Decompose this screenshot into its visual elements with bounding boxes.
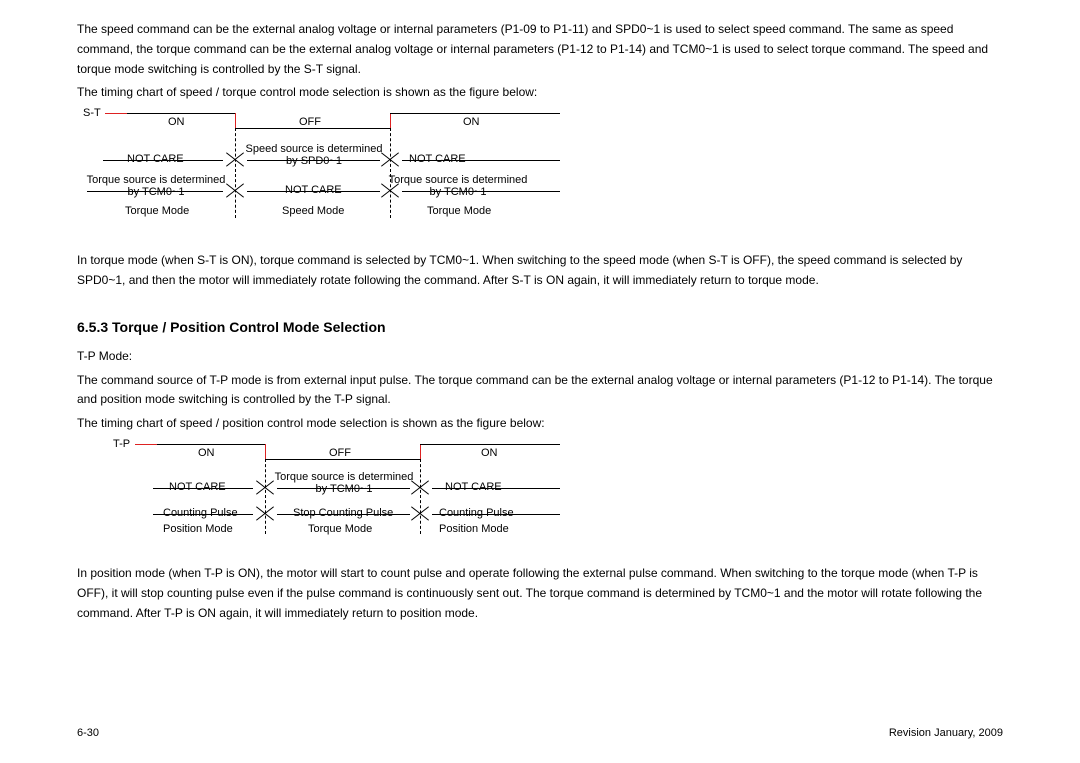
red-line (135, 444, 157, 445)
signal-label-st: S-T (83, 107, 101, 119)
row2-mid2: by TCM0~1 (274, 483, 414, 495)
timing-chart-st: S-T ON OFF ON NOT CARE Speed source is d… (83, 107, 1003, 219)
row3-l2: by TCM0~1 (81, 186, 231, 198)
row3-r1: Torque source is determined (383, 174, 533, 186)
paragraph-6: In position mode (when T-P is ON), the m… (77, 564, 1003, 623)
row2-mid2: by SPD0~1 (244, 155, 384, 167)
state-on: ON (481, 447, 498, 459)
paragraph-3: In torque mode (when S-T is ON), torque … (77, 251, 1003, 291)
state-off: OFF (329, 447, 351, 459)
row4-left: Torque Mode (125, 205, 189, 217)
row2-mid1: Torque source is determined (274, 471, 414, 483)
state-on: ON (463, 116, 480, 128)
row3-mid: Stop Counting Pulse (293, 507, 393, 519)
row4-mid: Speed Mode (282, 205, 344, 217)
transition-x (255, 504, 275, 524)
section-heading: 6.5.3 Torque / Position Control Mode Sel… (77, 319, 1003, 335)
signal-label-tp: T-P (113, 438, 130, 450)
state-on: ON (168, 116, 185, 128)
dashed-line (390, 128, 391, 218)
transition-x (255, 478, 275, 498)
transition-x (225, 150, 245, 170)
row3-right: Counting Pulse (439, 507, 514, 519)
red-rise (390, 113, 391, 128)
row4-right: Torque Mode (427, 205, 491, 217)
row2-left: NOT CARE (127, 153, 184, 165)
red-rise (420, 444, 421, 459)
paragraph-5: The timing chart of speed / position con… (77, 414, 1003, 434)
timing-chart-tp: T-P ON OFF ON NOT CARE Torque source is … (113, 438, 1003, 538)
row3-left: Counting Pulse (163, 507, 238, 519)
row3-r2: by TCM0~1 (383, 186, 533, 198)
paragraph-1: The speed command can be the external an… (77, 20, 1003, 79)
paragraph-4: The command source of T-P mode is from e… (77, 371, 1003, 411)
row4-left: Position Mode (163, 523, 233, 535)
red-line (105, 113, 127, 114)
revision-label: Revision January, 2009 (889, 727, 1003, 739)
row2-left: NOT CARE (169, 481, 226, 493)
red-fall (265, 444, 266, 459)
wave (157, 444, 265, 445)
row4-mid: Torque Mode (308, 523, 372, 535)
wave (420, 444, 560, 445)
page-footer: 6-30 Revision January, 2009 (77, 727, 1003, 739)
wave (127, 113, 235, 114)
state-on: ON (198, 447, 215, 459)
row2-mid1: Speed source is determined (244, 143, 384, 155)
row2-right: NOT CARE (409, 153, 466, 165)
row4-right: Position Mode (439, 523, 509, 535)
tp-mode-label: T-P Mode: (77, 347, 1003, 367)
state-off: OFF (299, 116, 321, 128)
row3-mid: NOT CARE (285, 184, 342, 196)
red-fall (235, 113, 236, 128)
row2-right: NOT CARE (445, 481, 502, 493)
transition-x (410, 504, 430, 524)
wave (390, 113, 560, 114)
dashed-line (235, 128, 236, 218)
row3-l1: Torque source is determined (81, 174, 231, 186)
wave (265, 459, 420, 460)
wave (235, 128, 390, 129)
page-number: 6-30 (77, 727, 99, 739)
paragraph-2: The timing chart of speed / torque contr… (77, 83, 1003, 103)
